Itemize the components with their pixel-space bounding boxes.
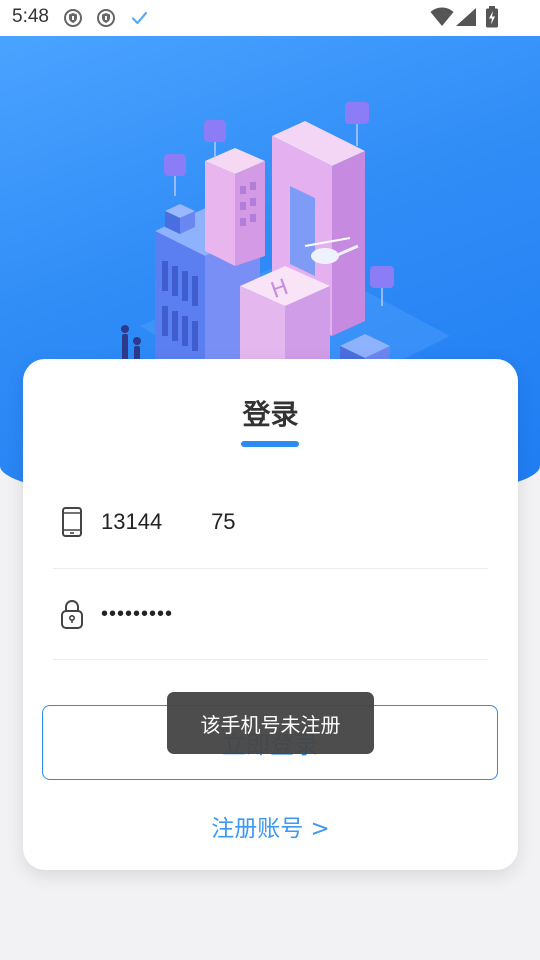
- title-underline: [241, 441, 299, 447]
- lock-icon: [61, 599, 83, 629]
- phone-field-row[interactable]: [53, 491, 488, 553]
- wifi-icon: [430, 7, 454, 26]
- phone-icon: [62, 507, 82, 537]
- signal-icon: [456, 8, 476, 26]
- phone-input[interactable]: [101, 509, 461, 535]
- shield-icon: [64, 9, 82, 27]
- check-icon: [131, 11, 148, 25]
- battery-charging-icon: [486, 6, 498, 28]
- status-bar: 5:48: [0, 0, 540, 36]
- divider: [53, 568, 488, 569]
- register-link[interactable]: 注册账号 >: [23, 809, 518, 843]
- password-input[interactable]: [101, 602, 461, 626]
- toast-message: 该手机号未注册: [167, 692, 374, 754]
- divider: [53, 659, 488, 660]
- login-card: 登录 立即登录 注册账号 >: [23, 359, 518, 870]
- status-time: 5:48: [12, 6, 49, 27]
- password-field-row[interactable]: [53, 583, 488, 645]
- shield-icon: [97, 9, 115, 27]
- page-title: 登录: [242, 398, 299, 431]
